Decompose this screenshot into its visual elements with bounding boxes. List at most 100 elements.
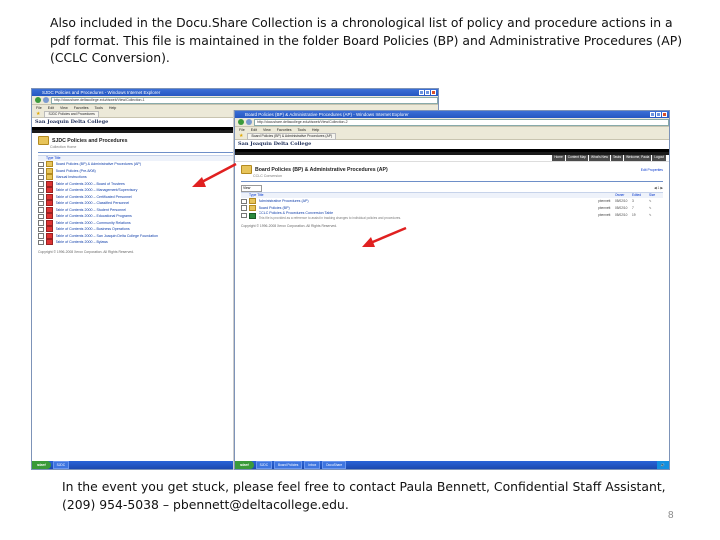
taskbar-item[interactable]: DocuShare [322, 461, 347, 469]
front-taskbar: start SJDC Board Policies Inbox DocuShar… [235, 461, 669, 469]
table-row[interactable]: CCLC Policies & Procedures Conversion Ta… [241, 211, 663, 220]
close-icon[interactable] [431, 90, 436, 95]
slide-bottom-text: In the event you get stuck, please feel … [62, 479, 666, 512]
document-icon [45, 193, 53, 200]
back-arrow-icon[interactable] [35, 97, 41, 103]
edit-pencil-icon[interactable]: ✎ [649, 205, 663, 212]
tab-home[interactable]: Home [552, 155, 565, 161]
back-page-tab[interactable]: SJDC Policies and Procedures [44, 110, 99, 118]
favorites-star-icon[interactable]: ★ [36, 111, 40, 117]
row-owner: pbennett [598, 213, 611, 218]
row-checkbox[interactable] [241, 205, 247, 211]
folder-icon [248, 204, 256, 211]
row-checkbox[interactable] [38, 174, 44, 180]
taskbar-item[interactable]: SJDC [255, 461, 272, 469]
front-url-field[interactable]: http://docushare.deltacollege.edu/dsweb/… [254, 118, 669, 126]
tab-welcome[interactable]: Welcome, Paula [624, 155, 652, 161]
front-window-title: Board Policies (BP) & Administrative Pro… [245, 112, 409, 117]
edit-pencil-icon[interactable]: ✎ [649, 213, 663, 218]
divider [241, 181, 663, 182]
close-icon[interactable] [662, 112, 667, 117]
minimize-icon[interactable] [650, 112, 655, 117]
start-button[interactable]: start [32, 461, 51, 469]
folder-icon [38, 136, 49, 145]
folder-icon [45, 167, 53, 174]
row-checkbox[interactable] [241, 212, 247, 219]
start-button[interactable]: start [235, 461, 254, 469]
row-checkbox[interactable] [38, 161, 44, 167]
document-icon [45, 213, 53, 220]
document-icon [45, 187, 53, 194]
front-college-banner: San Joaquin Delta College [235, 140, 669, 152]
row-description: This file is provided as a reference to … [258, 215, 402, 220]
row-checkbox[interactable] [38, 200, 44, 206]
folder-icon [241, 165, 252, 174]
row-title[interactable]: Administrative Procedures (AP) [259, 199, 309, 203]
front-collection-title: Board Policies (BP) & Administrative Pro… [255, 166, 388, 173]
back-title-bar: SJDC Policies and Procedures - Windows I… [32, 89, 438, 96]
folder-icon [45, 161, 53, 168]
pager-icon[interactable]: ◀ 1 ▶ [654, 186, 663, 190]
row-checkbox[interactable] [38, 239, 44, 245]
row-size: 7 [632, 205, 634, 210]
folder-icon [45, 174, 53, 181]
row-checkbox[interactable] [38, 168, 44, 174]
document-icon [45, 206, 53, 213]
front-nav-tabs: Home Content Map What's New Tasks Welcom… [552, 155, 666, 161]
row-name-cell: CCLC Policies & Procedures Conversion Ta… [259, 211, 599, 220]
front-toolbar: View ◀ 1 ▶ [235, 184, 669, 192]
system-tray: 🔊 [656, 461, 669, 469]
edit-properties-link[interactable]: Edit Properties [641, 168, 663, 172]
front-footer: Copyright © 1996-2008 Xerox Corporation.… [241, 224, 337, 229]
spreadsheet-icon [248, 212, 256, 219]
row-owner: pbennett [598, 205, 611, 210]
document-icon [45, 239, 53, 246]
favorites-star-icon[interactable]: ★ [239, 133, 243, 139]
forward-arrow-icon[interactable] [43, 97, 49, 103]
front-address-bar: http://docushare.deltacollege.edu/dsweb/… [235, 118, 669, 127]
row-checkbox[interactable] [38, 207, 44, 213]
view-select[interactable]: View [241, 184, 262, 192]
row-checkbox[interactable] [38, 220, 44, 226]
tab-content-map[interactable]: Content Map [565, 155, 589, 161]
row-checkbox[interactable] [241, 198, 247, 204]
maximize-icon[interactable] [656, 112, 661, 117]
row-checkbox[interactable] [38, 226, 44, 232]
document-icon [45, 226, 53, 233]
menu-help[interactable]: Help [109, 105, 116, 111]
document-icon [45, 200, 53, 207]
taskbar-item[interactable]: Inbox [304, 461, 321, 469]
row-title[interactable]: CCLC Policies & Procedures Conversion Ta… [259, 211, 334, 215]
taskbar-item[interactable]: SJDC [52, 461, 69, 469]
document-icon [45, 180, 53, 187]
front-collection-sub: CCLC Conversion [253, 174, 282, 178]
front-docushare-bar: Home Content Map What's New Tasks Welcom… [235, 155, 669, 162]
maximize-icon[interactable] [425, 90, 430, 95]
taskbar-item[interactable]: Board Policies [274, 461, 303, 469]
front-page-tab[interactable]: Board Policies (BP) & Administrative Pro… [247, 132, 337, 140]
minimize-icon[interactable] [419, 90, 424, 95]
front-favorites-bar: ★ Board Policies (BP) & Administrative P… [235, 132, 669, 140]
row-checkbox[interactable] [38, 187, 44, 193]
row-checkbox[interactable] [38, 233, 44, 239]
tab-logout[interactable]: Logout [652, 155, 666, 161]
document-icon [45, 219, 53, 226]
row-title[interactable]: Board Policies (BP) [259, 206, 290, 210]
row-checkbox[interactable] [38, 194, 44, 200]
arrow-to-conversion-table-icon [362, 226, 407, 247]
document-icon [45, 232, 53, 239]
row-checkbox[interactable] [38, 181, 44, 187]
row-checkbox[interactable] [38, 213, 44, 219]
back-window-title: SJDC Policies and Procedures - Windows I… [42, 90, 161, 95]
tab-whats-new[interactable]: What's New [589, 155, 610, 161]
back-arrow-icon[interactable] [238, 119, 244, 125]
back-address-bar: http://docushare.deltacollege.edu/dsweb/… [32, 96, 438, 105]
front-title-bar: Board Policies (BP) & Administrative Pro… [235, 111, 669, 118]
front-collection-header: Board Policies (BP) & Administrative Pro… [235, 162, 669, 174]
front-browser-window: Board Policies (BP) & Administrative Pro… [234, 110, 670, 470]
forward-arrow-icon[interactable] [246, 119, 252, 125]
back-url-field[interactable]: http://docushare.deltacollege.edu/dsweb/… [51, 96, 438, 104]
back-collection-title: SJDC Policies and Procedures [52, 137, 128, 144]
front-row-list: Administrative Procedures (AP) pbennett 05… [235, 198, 669, 220]
tab-tasks[interactable]: Tasks [610, 155, 624, 161]
